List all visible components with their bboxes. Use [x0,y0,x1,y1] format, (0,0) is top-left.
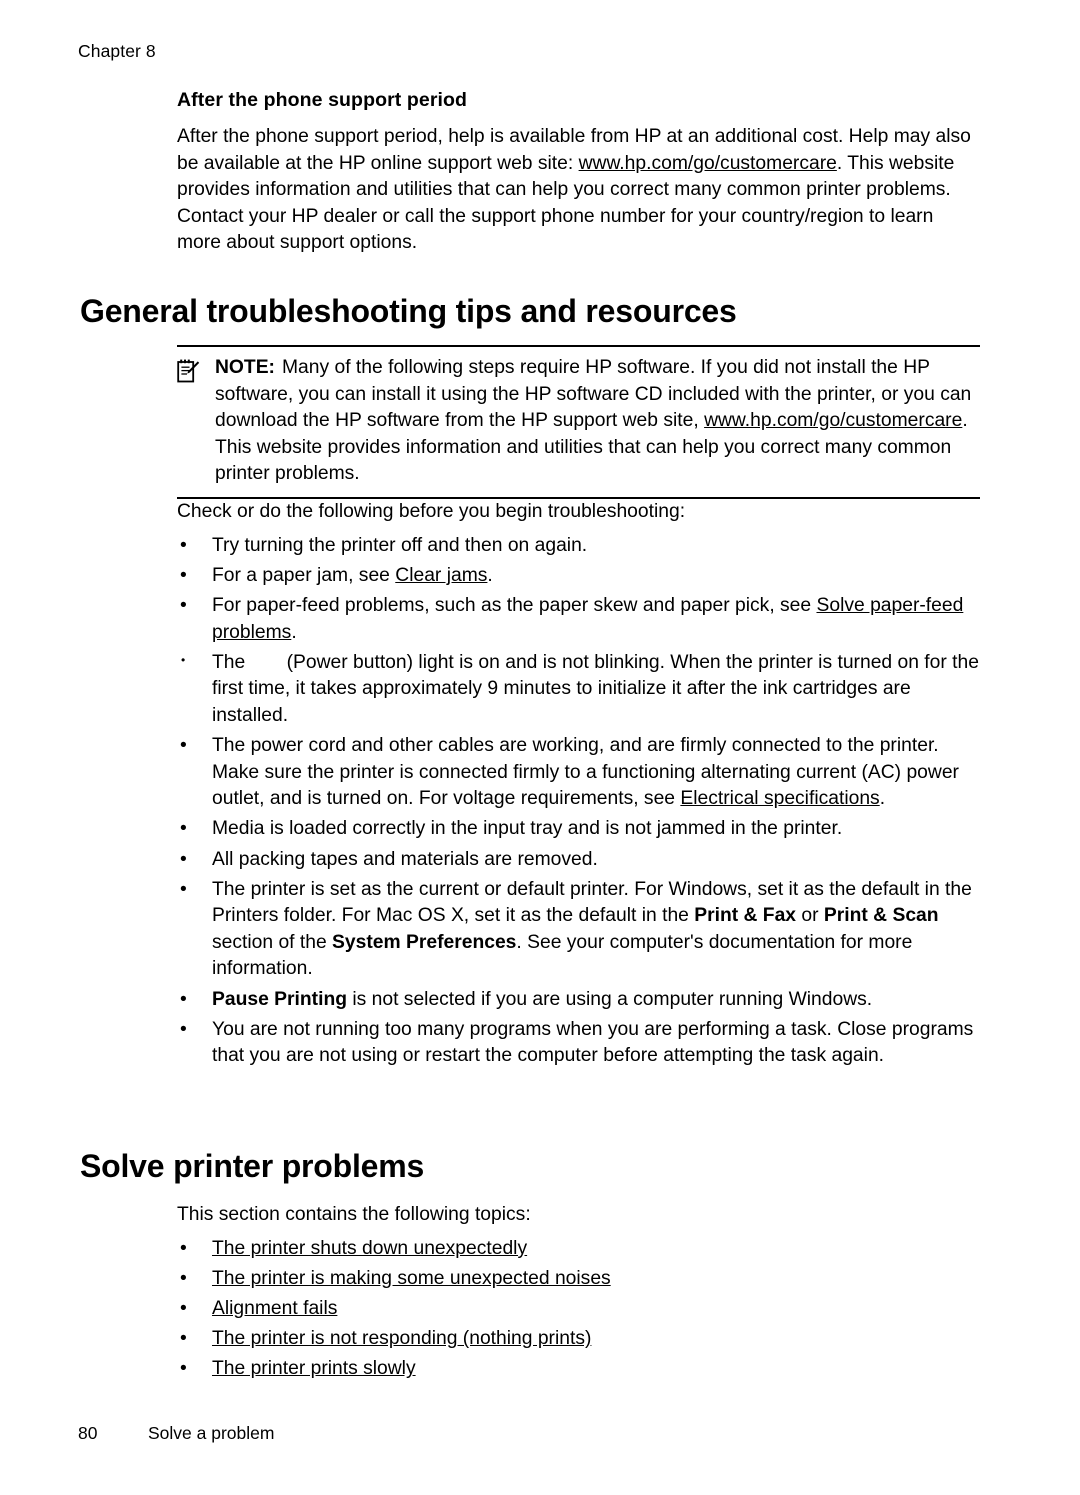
list-item-text-suffix: . [879,788,886,810]
list-item: • Pause Printing is not selected if you … [177,987,980,1014]
topics-lead-in: This section contains the following topi… [177,1204,531,1225]
list-item-text: Media is loaded correctly in the input t… [212,818,843,840]
plain-text: or [796,905,824,927]
list-item: • The printer prints slowly [177,1356,980,1383]
list-item: • The printer is making some unexpected … [177,1266,980,1293]
link-unexpected-noises[interactable]: The printer is making some unexpected no… [212,1268,611,1289]
list-item: • For paper-feed problems, such as the p… [177,593,980,646]
link-clear-jams[interactable]: Clear jams [395,565,487,586]
list-item-text-prefix: The [212,651,251,673]
list-item-text-prefix: For a paper jam, see [212,565,396,587]
list-item: • The power cord and other cables are wo… [177,733,980,813]
list-item: • The printer shuts down unexpectedly [177,1236,980,1263]
list-item-text-suffix: (Power button) light is on and is not bl… [212,651,979,727]
list-item: • Try turning the printer off and then o… [177,533,980,560]
bullet-marker: • [180,848,187,870]
list-item-text: All packing tapes and materials are remo… [212,848,598,870]
bullet-marker: • [180,878,187,900]
footer-section-label: Solve a problem [148,1423,275,1443]
page-footer: 80 Solve a problem [78,1422,274,1444]
link-hp-customercare-note[interactable]: www.hp.com/go/customercare [704,410,962,431]
emphasis-text: Print & Scan [823,905,939,927]
link-printer-shuts-down[interactable]: The printer shuts down unexpectedly [212,1238,527,1259]
list-item: • Media is loaded correctly in the input… [177,816,980,843]
chapter-running-head: Chapter 8 [78,41,156,61]
link-hp-customercare[interactable]: www.hp.com/go/customercare [579,153,837,174]
troubleshooting-checklist: • Try turning the printer off and then o… [177,533,980,1073]
link-electrical-specifications[interactable]: Electrical specifications [680,788,879,809]
list-item: • The printer is set as the current or d… [177,877,980,983]
list-item-text: Try turning the printer off and then on … [212,535,588,556]
footer-page-number: 80 [78,1423,98,1443]
list-item-text: You are not running too many programs wh… [212,1018,974,1067]
bullet-marker: • [180,818,187,840]
list-item: • For a paper jam, see Clear jams. [177,563,980,590]
bullet-marker: • [180,735,187,757]
bullet-marker: • [181,652,186,667]
note-label: NOTE: [215,357,275,378]
emphasis-text: Print & Fax [694,905,797,927]
section-title-general-troubleshooting: General troubleshooting tips and resourc… [80,293,737,329]
bullet-marker: • [180,988,187,1010]
section-title-solve-printer-problems: Solve printer problems [80,1148,425,1184]
paragraph-after-phone-support: After the phone support period, help is … [177,124,979,257]
bullet-marker: • [180,1328,187,1350]
link-alignment-fails[interactable]: Alignment fails [212,1298,337,1319]
subsection-heading-after-phone-support: After the phone support period [177,89,468,111]
list-item: • The printer is not responding (nothing… [177,1326,980,1353]
list-item-text-suffix: . [291,621,297,643]
plain-text: is not selected if you are using a compu… [347,988,873,1010]
list-item: • You are not running too many programs … [177,1017,980,1070]
bullet-marker: • [180,1018,187,1040]
note-admonition: NOTE: Many of the following steps require… [177,345,980,499]
list-item: • All packing tapes and materials are re… [177,847,980,874]
list-item: • Alignment fails [177,1296,980,1323]
emphasis-text: System Preferences [332,931,517,953]
emphasis-text: Pause Printing [212,988,347,1010]
document-page: Chapter 8 After the phone support period… [0,0,1080,1495]
bullet-marker: • [180,1358,187,1380]
bullet-marker: • [180,1238,187,1259]
list-item-text-prefix: For paper-feed problems, such as the pap… [212,595,817,617]
bullet-marker: • [180,565,187,587]
link-printer-prints-slowly[interactable]: The printer prints slowly [212,1358,416,1379]
list-item-rich-text: Pause Printing is not selected if you ar… [212,989,872,1010]
bullet-marker: • [180,1298,187,1320]
list-item-text-suffix: . [487,565,493,587]
list-item: • The (Power button) light is on and is … [177,650,980,730]
bullet-marker: • [180,595,187,617]
list-item-rich-text: The printer is set as the current or def… [212,879,972,980]
topics-list: • The printer shuts down unexpectedly • … [177,1236,980,1386]
bullet-marker: • [180,535,187,556]
plain-text: section of the [212,931,333,953]
note-pencil-icon [177,358,200,383]
bullet-marker: • [180,1268,187,1290]
link-printer-not-responding[interactable]: The printer is not responding (nothing p… [212,1328,591,1349]
troubleshooting-lead-in: Check or do the following before you beg… [177,501,686,522]
